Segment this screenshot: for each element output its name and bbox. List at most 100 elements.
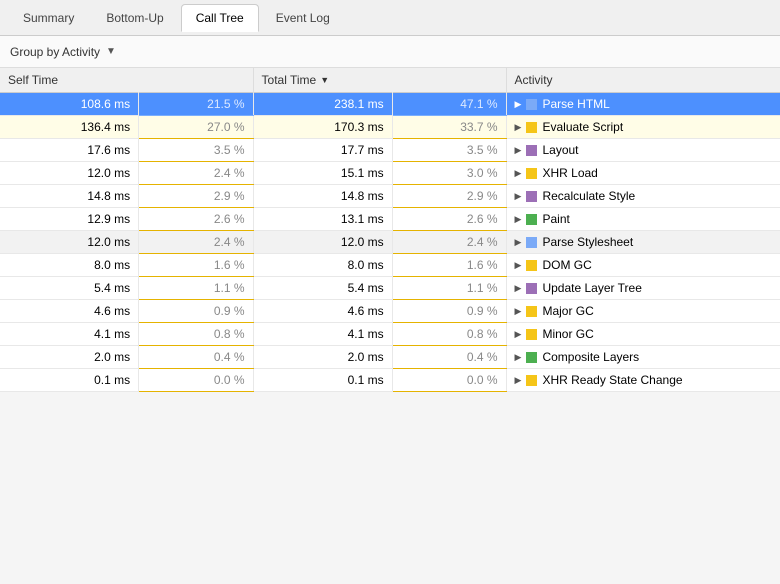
- expand-arrow[interactable]: ▶: [515, 168, 522, 179]
- table-row[interactable]: 4.1 ms 0.8 % 4.1 ms 0.8 % ▶ Minor GC: [0, 323, 780, 346]
- expand-arrow[interactable]: ▶: [515, 306, 522, 317]
- total-time-ms: 12.0 ms: [253, 231, 392, 254]
- self-time-pct: 2.9 %: [139, 185, 253, 208]
- activity-name: Update Layer Tree: [542, 281, 641, 295]
- activity-color-dot: [526, 283, 537, 294]
- total-time-ms: 5.4 ms: [253, 277, 392, 300]
- activity-cell: ▶ DOM GC: [506, 254, 780, 277]
- col-header-self-time[interactable]: Self Time: [0, 68, 253, 93]
- expand-arrow[interactable]: ▶: [515, 122, 522, 133]
- self-time-ms: 0.1 ms: [0, 369, 139, 392]
- self-time-pct: 27.0 %: [139, 116, 253, 139]
- table-row[interactable]: 12.9 ms 2.6 % 13.1 ms 2.6 % ▶ Paint: [0, 208, 780, 231]
- table-row[interactable]: 0.1 ms 0.0 % 0.1 ms 0.0 % ▶ XHR Ready St…: [0, 369, 780, 392]
- self-time-pct: 2.4 %: [139, 231, 253, 254]
- self-time-ms: 12.9 ms: [0, 208, 139, 231]
- col-header-total-time[interactable]: Total Time ▼: [253, 68, 506, 93]
- self-time-pct: 2.6 %: [139, 208, 253, 231]
- tab-bar: Summary Bottom-Up Call Tree Event Log: [0, 0, 780, 36]
- expand-arrow[interactable]: ▶: [515, 329, 522, 340]
- self-time-ms: 12.0 ms: [0, 231, 139, 254]
- table-row[interactable]: 136.4 ms 27.0 % 170.3 ms 33.7 % ▶ Evalua…: [0, 116, 780, 139]
- total-time-pct: 2.4 %: [392, 231, 506, 254]
- total-time-ms: 15.1 ms: [253, 162, 392, 185]
- expand-arrow[interactable]: ▶: [515, 237, 522, 248]
- table-row[interactable]: 4.6 ms 0.9 % 4.6 ms 0.9 % ▶ Major GC: [0, 300, 780, 323]
- tab-call-tree[interactable]: Call Tree: [181, 4, 259, 32]
- table-row[interactable]: 12.0 ms 2.4 % 15.1 ms 3.0 % ▶ XHR Load: [0, 162, 780, 185]
- self-time-pct: 1.6 %: [139, 254, 253, 277]
- expand-arrow[interactable]: ▶: [515, 260, 522, 271]
- activity-name: XHR Load: [542, 166, 597, 180]
- self-time-ms: 17.6 ms: [0, 139, 139, 162]
- expand-arrow[interactable]: ▶: [515, 352, 522, 363]
- expand-arrow[interactable]: ▶: [515, 191, 522, 202]
- total-time-ms: 8.0 ms: [253, 254, 392, 277]
- group-by-dropdown-arrow[interactable]: ▼: [106, 46, 116, 57]
- activity-cell: ▶ Composite Layers: [506, 346, 780, 369]
- self-time-ms: 14.8 ms: [0, 185, 139, 208]
- tab-summary[interactable]: Summary: [8, 4, 89, 31]
- total-time-ms: 2.0 ms: [253, 346, 392, 369]
- self-time-pct: 1.1 %: [139, 277, 253, 300]
- expand-arrow[interactable]: ▶: [515, 99, 522, 110]
- total-time-pct: 0.4 %: [392, 346, 506, 369]
- table-row[interactable]: 5.4 ms 1.1 % 5.4 ms 1.1 % ▶ Update Layer…: [0, 277, 780, 300]
- activity-color-dot: [526, 306, 537, 317]
- activity-cell: ▶ Update Layer Tree: [506, 277, 780, 300]
- total-time-ms: 4.6 ms: [253, 300, 392, 323]
- self-time-pct: 3.5 %: [139, 139, 253, 162]
- total-time-pct: 47.1 %: [392, 93, 506, 116]
- expand-arrow[interactable]: ▶: [515, 145, 522, 156]
- table-row[interactable]: 14.8 ms 2.9 % 14.8 ms 2.9 % ▶ Recalculat…: [0, 185, 780, 208]
- table-row[interactable]: 12.0 ms 2.4 % 12.0 ms 2.4 % ▶ Parse Styl…: [0, 231, 780, 254]
- self-time-ms: 4.1 ms: [0, 323, 139, 346]
- table-row[interactable]: 8.0 ms 1.6 % 8.0 ms 1.6 % ▶ DOM GC: [0, 254, 780, 277]
- activity-color-dot: [526, 168, 537, 179]
- activity-color-dot: [526, 329, 537, 340]
- activity-name: Minor GC: [542, 327, 593, 341]
- total-time-pct: 3.5 %: [392, 139, 506, 162]
- activity-color-dot: [526, 375, 537, 386]
- self-time-ms: 2.0 ms: [0, 346, 139, 369]
- activity-name: Parse HTML: [542, 97, 609, 111]
- total-time-ms: 14.8 ms: [253, 185, 392, 208]
- activity-color-dot: [526, 145, 537, 156]
- self-time-ms: 108.6 ms: [0, 93, 139, 116]
- total-time-pct: 0.8 %: [392, 323, 506, 346]
- expand-arrow[interactable]: ▶: [515, 375, 522, 386]
- total-time-sort-arrow: ▼: [320, 75, 329, 85]
- self-time-ms: 5.4 ms: [0, 277, 139, 300]
- total-time-pct: 2.9 %: [392, 185, 506, 208]
- total-time-pct: 3.0 %: [392, 162, 506, 185]
- self-time-pct: 0.4 %: [139, 346, 253, 369]
- expand-arrow[interactable]: ▶: [515, 283, 522, 294]
- activity-name: Composite Layers: [542, 350, 639, 364]
- total-time-ms: 0.1 ms: [253, 369, 392, 392]
- activity-name: Paint: [542, 212, 569, 226]
- expand-arrow[interactable]: ▶: [515, 214, 522, 225]
- tab-event-log[interactable]: Event Log: [261, 4, 345, 31]
- data-table: Self Time Total Time ▼ Activity 108.6 ms…: [0, 68, 780, 392]
- table-row[interactable]: 2.0 ms 0.4 % 2.0 ms 0.4 % ▶ Composite La…: [0, 346, 780, 369]
- total-time-ms: 238.1 ms: [253, 93, 392, 116]
- group-by-label: Group by Activity: [10, 45, 100, 59]
- activity-name: Layout: [542, 143, 578, 157]
- table-row[interactable]: 108.6 ms 21.5 % 238.1 ms 47.1 % ▶ Parse …: [0, 93, 780, 116]
- activity-color-dot: [526, 214, 537, 225]
- self-time-pct: 0.0 %: [139, 369, 253, 392]
- self-time-ms: 12.0 ms: [0, 162, 139, 185]
- total-time-ms: 17.7 ms: [253, 139, 392, 162]
- tab-bottom-up[interactable]: Bottom-Up: [91, 4, 178, 31]
- activity-color-dot: [526, 99, 537, 110]
- activity-cell: ▶ Recalculate Style: [506, 185, 780, 208]
- col-header-activity[interactable]: Activity: [506, 68, 780, 93]
- total-time-pct: 1.1 %: [392, 277, 506, 300]
- self-time-pct: 0.9 %: [139, 300, 253, 323]
- self-time-pct: 0.8 %: [139, 323, 253, 346]
- total-time-pct: 1.6 %: [392, 254, 506, 277]
- activity-color-dot: [526, 122, 537, 133]
- activity-name: Evaluate Script: [542, 120, 623, 134]
- activity-cell: ▶ Layout: [506, 139, 780, 162]
- table-row[interactable]: 17.6 ms 3.5 % 17.7 ms 3.5 % ▶ Layout: [0, 139, 780, 162]
